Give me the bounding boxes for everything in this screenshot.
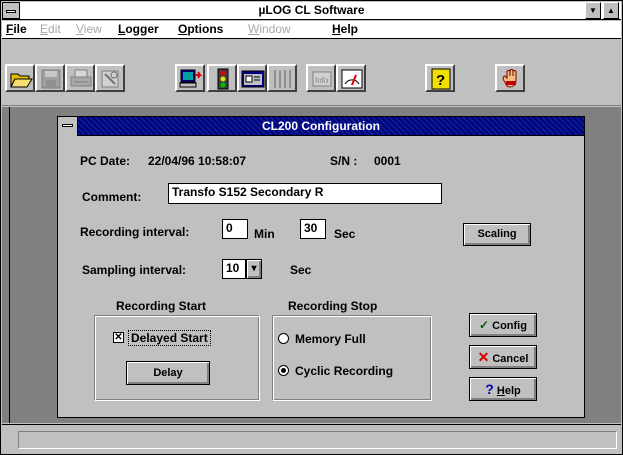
menu-bar: File Edit View Logger Options Window Hel… [2,21,621,39]
app-window: µLOG CL Software ▼ ▲ File Edit View Logg… [0,0,623,455]
gauge-button[interactable] [336,64,366,92]
menu-help[interactable]: Help [332,22,358,36]
checkmark-x-icon: ✕ [114,332,123,343]
workspace-edge [9,107,10,423]
recording-sec-input[interactable]: 30 [300,219,326,239]
recording-stop-group [272,315,432,401]
menu-edit[interactable]: Edit [40,22,61,36]
info-button[interactable]: Info [306,64,336,92]
sn-label: S/N : [330,154,358,168]
svg-text:Info: Info [315,76,329,85]
print-button[interactable] [65,64,95,92]
minimize-button[interactable]: ▼ [585,2,601,19]
maximize-button[interactable]: ▲ [603,2,619,19]
help-button[interactable]: ? Help [469,377,537,401]
recording-interval-label: Recording interval: [80,225,190,239]
dropdown-arrow-icon: ▾ [251,263,257,274]
stop-button[interactable] [495,64,525,92]
recording-stop-title: Recording Stop [288,299,378,313]
check-icon: ✓ [479,318,490,332]
dialog-title: CL200 Configuration [261,119,380,133]
tools-button[interactable] [95,64,125,92]
sn-value: 0001 [374,154,401,168]
config-button[interactable]: ✓ Config [469,313,537,337]
config-dialog: CL200 Configuration PC Date: 22/04/96 10… [57,116,585,418]
sampling-unit-label: Sec [290,263,312,277]
pc-date-value: 22/04/96 10:58:07 [148,154,247,168]
menu-options[interactable]: Options [178,22,223,36]
cyclic-recording-label[interactable]: Cyclic Recording [295,364,393,378]
comment-input[interactable]: Transfo S152 Secondary R [168,183,442,204]
question-mark-icon: ? [485,381,494,397]
open-button[interactable] [5,64,35,92]
sampling-interval-label: Sampling interval: [82,263,187,277]
help-tool-button[interactable]: ? [425,64,455,92]
min-unit-label: Min [254,227,275,241]
status-field [18,431,617,449]
data-view-icon [241,70,265,88]
sec-unit-label: Sec [334,227,356,241]
save-button[interactable] [35,64,65,92]
menu-logger[interactable]: Logger [118,22,159,36]
channels-icon [274,70,291,88]
red-x-icon: ✕ [477,349,490,365]
traffic-light-icon [217,68,229,90]
svg-text:?: ? [436,72,445,89]
title-bar: µLOG CL Software ▼ ▲ [2,2,621,20]
menu-window[interactable]: Window [248,22,291,36]
cancel-button[interactable]: ✕ Cancel [469,345,537,369]
window-title: µLOG CL Software [258,3,365,17]
dialog-title-bar: CL200 Configuration [58,117,584,136]
computer-transfer-icon [179,69,202,88]
data-view-button[interactable] [237,64,267,92]
menu-file[interactable]: File [6,22,27,36]
memory-full-radio[interactable] [278,333,289,344]
status-button[interactable] [207,64,237,92]
menu-view[interactable]: View [76,22,102,36]
folder-open-icon [10,73,33,88]
sampling-interval-input[interactable]: 10 [222,259,246,279]
info-icon: Info [312,71,332,87]
triangle-down-icon: ▼ [589,6,597,15]
delayed-start-label[interactable]: Delayed Start [128,330,211,346]
channels-button[interactable] [267,64,297,92]
recording-min-input[interactable]: 0 [222,219,248,239]
printer-icon [70,69,92,87]
tools-icon [101,70,119,88]
gauge-icon [341,69,363,89]
sampling-dropdown-button[interactable]: ▾ [246,259,262,279]
cyclic-recording-radio[interactable] [278,365,289,376]
comment-label: Comment: [82,190,142,204]
delay-button[interactable]: Delay [126,361,210,385]
memory-full-label[interactable]: Memory Full [295,332,366,346]
transfer-button[interactable] [175,64,205,92]
recording-start-title: Recording Start [116,299,207,313]
pc-date-label: PC Date: [80,154,131,168]
recording-start-group [94,315,260,401]
triangle-up-icon: ▲ [607,6,615,15]
delayed-start-checkbox[interactable]: ✕ [113,332,124,343]
toolbar: Info ? [2,40,621,106]
stop-hand-icon [502,69,517,88]
save-disk-icon [41,69,61,89]
help-question-icon: ? [431,68,451,90]
scaling-button[interactable]: Scaling [463,223,531,246]
